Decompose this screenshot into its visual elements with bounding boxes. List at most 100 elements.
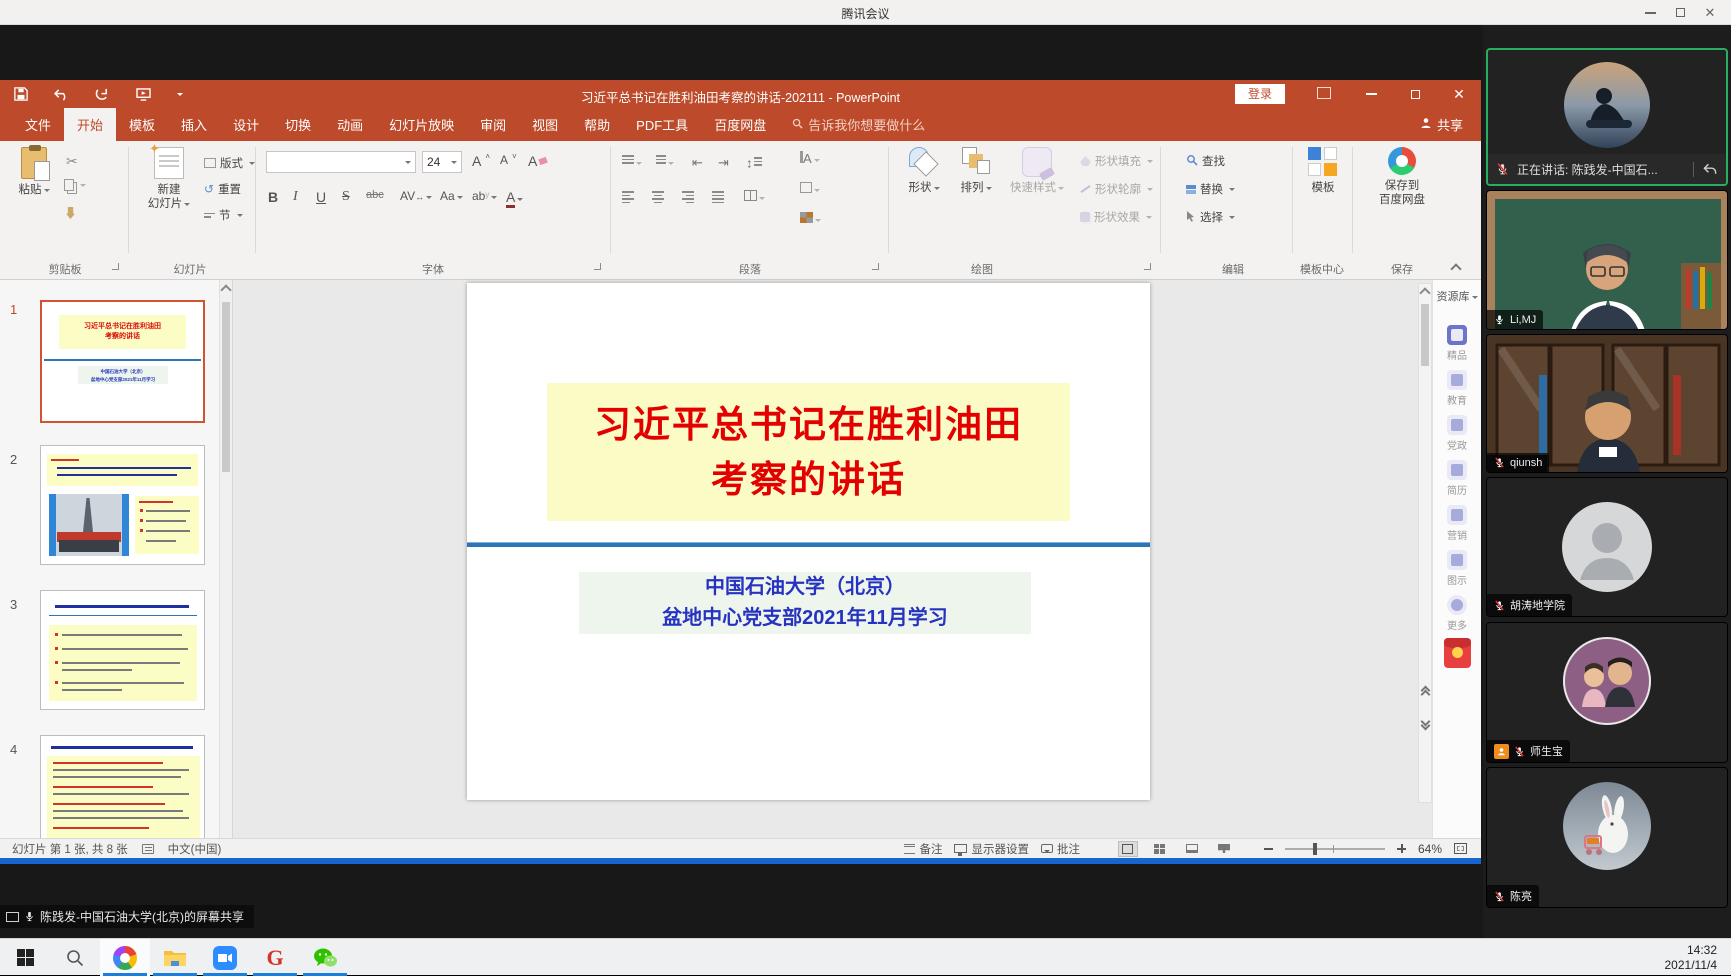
- tab-baidu-netdisk[interactable]: 百度网盘: [701, 108, 779, 141]
- ppt-restore-button[interactable]: [1393, 80, 1437, 108]
- resource-item-marketing[interactable]: 营销: [1433, 505, 1481, 542]
- text-direction-icon[interactable]: A: [800, 151, 820, 166]
- tab-slideshow[interactable]: 幻灯片放映: [376, 108, 467, 141]
- resource-item-featured[interactable]: 精品: [1433, 325, 1481, 362]
- slide-canvas[interactable]: 习近平总书记在胜利油田 考察的讲话 中国石油大学（北京） 盆地中心党支部2021…: [467, 283, 1150, 800]
- tab-pdf-tools[interactable]: PDF工具: [623, 108, 701, 141]
- ppt-minimize-button[interactable]: [1349, 80, 1393, 108]
- drawing-dialog-launcher[interactable]: [1144, 263, 1151, 270]
- shape-fill-button[interactable]: 形状填充: [1080, 153, 1153, 169]
- taskbar-sogou-button[interactable]: G: [250, 939, 300, 976]
- increase-indent-icon[interactable]: ⇥: [718, 155, 729, 171]
- replace-button[interactable]: 替换: [1186, 181, 1235, 197]
- taskbar-browser-button[interactable]: [100, 939, 150, 976]
- start-button[interactable]: [0, 939, 50, 976]
- align-center-icon[interactable]: [652, 189, 664, 208]
- taskbar-clock[interactable]: 14:32 2021/11/4: [1665, 943, 1718, 973]
- participant-tile[interactable]: 胡涛地学院: [1486, 477, 1728, 617]
- decrease-indent-icon[interactable]: ⇤: [692, 155, 703, 171]
- resource-item-diagram[interactable]: 图示: [1433, 550, 1481, 587]
- underline-button[interactable]: U: [316, 189, 326, 205]
- align-text-icon[interactable]: [800, 181, 820, 196]
- font-name-combo[interactable]: [266, 151, 416, 173]
- find-button[interactable]: 查找: [1186, 153, 1225, 169]
- tab-design[interactable]: 设计: [220, 108, 272, 141]
- copy-icon[interactable]: [64, 179, 86, 191]
- decrease-font-icon[interactable]: A˅: [500, 153, 517, 167]
- font-size-combo[interactable]: 24: [422, 151, 462, 173]
- arrange-button[interactable]: 排列: [952, 147, 1000, 195]
- slide-title-box[interactable]: 习近平总书记在胜利油田 考察的讲话: [547, 383, 1070, 521]
- next-slide-button[interactable]: [1418, 712, 1432, 736]
- shape-outline-button[interactable]: 形状轮廓: [1080, 181, 1153, 197]
- bold-button[interactable]: B: [268, 189, 278, 205]
- taskbar-meeting-button[interactable]: [200, 939, 250, 976]
- slide-thumbnail-3[interactable]: [40, 590, 205, 710]
- justify-icon[interactable]: [712, 189, 724, 208]
- display-settings-button[interactable]: 显示器设置: [954, 841, 1029, 857]
- tab-review[interactable]: 审阅: [467, 108, 519, 141]
- layout-button[interactable]: 版式: [204, 155, 255, 171]
- paste-button[interactable]: 粘贴: [10, 147, 58, 197]
- participant-tile-speaker[interactable]: 正在讲话: 陈践发-中国石...: [1486, 48, 1728, 186]
- font-dialog-launcher[interactable]: [594, 263, 601, 270]
- taskbar-explorer-button[interactable]: [150, 939, 200, 976]
- line-spacing-icon[interactable]: ↕: [746, 155, 762, 171]
- shapes-button[interactable]: 形状: [900, 147, 948, 195]
- ppt-close-button[interactable]: ✕: [1437, 80, 1481, 108]
- new-slide-button[interactable]: ✦ 新建 幻灯片: [140, 147, 198, 212]
- tab-view[interactable]: 视图: [519, 108, 571, 141]
- reset-button[interactable]: ↺ 重置: [204, 181, 241, 197]
- align-right-icon[interactable]: [682, 189, 694, 208]
- pinyin-guide-button[interactable]: abʸ: [472, 189, 497, 203]
- collapse-ribbon-icon[interactable]: [1450, 263, 1461, 274]
- char-spacing-button[interactable]: AV↔: [400, 189, 432, 203]
- resource-library-title[interactable]: 资源库: [1433, 288, 1481, 304]
- previous-slide-button[interactable]: [1418, 680, 1432, 704]
- numbering-icon[interactable]: [656, 153, 674, 169]
- clear-format-icon[interactable]: A: [528, 153, 547, 169]
- tab-transitions[interactable]: 切换: [272, 108, 324, 141]
- slide-thumbnail-4[interactable]: [40, 735, 205, 838]
- tab-insert[interactable]: 插入: [168, 108, 220, 141]
- meeting-maximize-button[interactable]: [1665, 0, 1695, 25]
- language-status[interactable]: 中文(中国): [168, 841, 222, 857]
- slide-sorter-view-button[interactable]: [1150, 841, 1170, 857]
- cut-icon[interactable]: ✂: [66, 153, 78, 170]
- participant-tile[interactable]: 陈亮: [1486, 767, 1728, 908]
- italic-button[interactable]: I: [293, 189, 298, 205]
- zoom-slider[interactable]: [1285, 848, 1385, 850]
- red-packet-icon[interactable]: [1444, 638, 1471, 668]
- bullets-icon[interactable]: [622, 153, 642, 169]
- resource-item-education[interactable]: 教育: [1433, 370, 1481, 407]
- fit-to-window-icon[interactable]: [1454, 843, 1467, 854]
- tab-animations[interactable]: 动画: [324, 108, 376, 141]
- ribbon-display-options-icon[interactable]: [1317, 87, 1331, 99]
- zoom-level[interactable]: 64%: [1418, 842, 1442, 856]
- tab-file[interactable]: 文件: [12, 108, 64, 141]
- font-color-button[interactable]: A: [506, 189, 523, 205]
- reply-arrow-icon[interactable]: [1702, 162, 1718, 176]
- comments-toggle[interactable]: 批注: [1041, 841, 1080, 857]
- tab-help[interactable]: 帮助: [571, 108, 623, 141]
- normal-view-button[interactable]: [1118, 841, 1138, 857]
- slideshow-view-button[interactable]: [1214, 841, 1234, 857]
- strikethrough-button[interactable]: S: [342, 189, 350, 205]
- spellcheck-icon[interactable]: [142, 844, 154, 854]
- meeting-minimize-button[interactable]: [1635, 0, 1665, 25]
- resource-item-party[interactable]: 党政: [1433, 415, 1481, 452]
- columns-icon[interactable]: [744, 189, 765, 204]
- zoom-in-button[interactable]: [1397, 844, 1406, 853]
- section-button[interactable]: 节: [204, 207, 243, 223]
- increase-font-icon[interactable]: A˄: [472, 153, 490, 169]
- taskbar-search-button[interactable]: [50, 939, 100, 976]
- shape-effects-button[interactable]: 形状效果: [1080, 209, 1152, 225]
- reading-view-button[interactable]: [1182, 841, 1202, 857]
- slide-thumbnail-1[interactable]: 习近平总书记在胜利油田考察的讲话 中国石油大学（北京）盆地中心党支部2021年1…: [40, 300, 205, 423]
- double-strike-button[interactable]: abc: [366, 189, 384, 201]
- tab-home[interactable]: 开始: [64, 108, 116, 141]
- slide-thumbnail-2[interactable]: [40, 445, 205, 565]
- smartart-convert-icon[interactable]: [800, 211, 821, 226]
- tellme-box[interactable]: 告诉我你想要做什么: [779, 108, 938, 141]
- meeting-close-button[interactable]: ✕: [1695, 0, 1725, 25]
